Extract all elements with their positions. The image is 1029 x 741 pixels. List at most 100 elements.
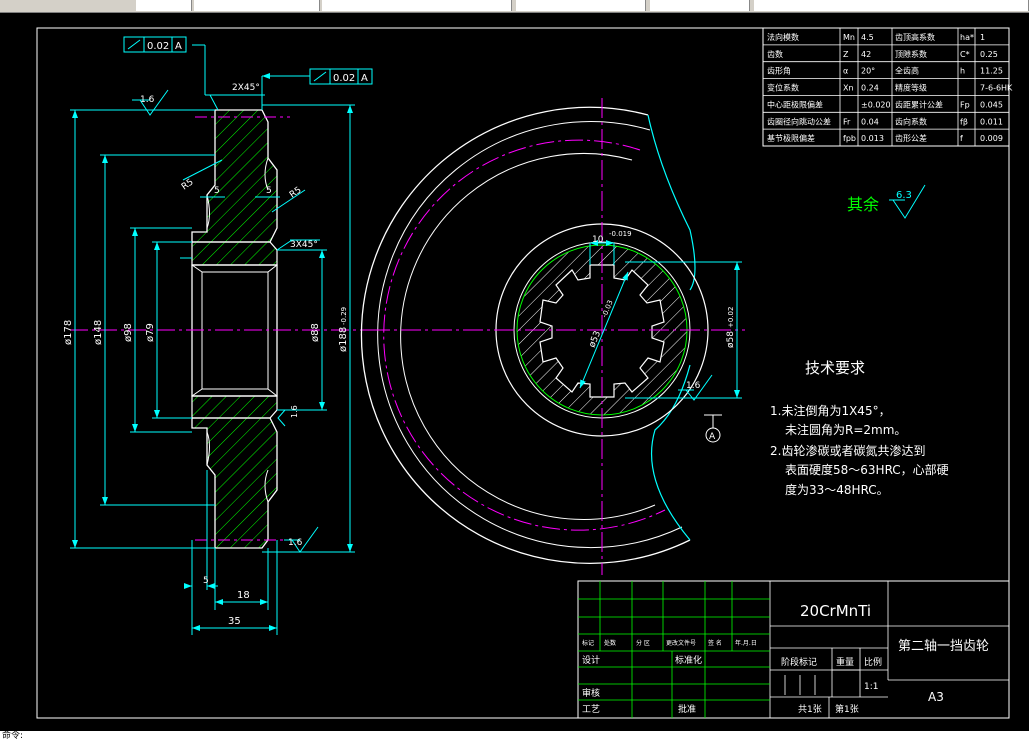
- chamfer-bore: 3X45°: [290, 240, 318, 250]
- tb-design: 设计: [582, 654, 600, 666]
- tol2-value: 0.02: [333, 73, 355, 84]
- spline-width-tol: -0.019: [609, 230, 632, 238]
- chamfer-top: 2X45°: [232, 83, 260, 93]
- param-val2-0: 1: [980, 33, 985, 42]
- param-sym2-6: f: [960, 134, 963, 143]
- param-name-2: 齿形角: [767, 66, 791, 76]
- width-18: 18: [237, 590, 250, 601]
- dia-58-tol: +0.02: [727, 307, 735, 328]
- gear-section-upper: [191, 109, 278, 243]
- rough-bottom: 1.6: [288, 538, 303, 548]
- param-name2-4: 齿距累计公差: [895, 99, 943, 109]
- param-sym-2: α: [843, 67, 848, 76]
- tb-row-count: 处数: [604, 639, 616, 647]
- param-sym2-5: fβ: [960, 117, 968, 126]
- rough-top: 1.6: [140, 95, 155, 105]
- param-sym-6: fpb: [843, 134, 856, 143]
- dia-188: ø188: [338, 327, 349, 352]
- gear-parameter-table: 法向模数 Mn 4.5 齿顶高系数 ha* 1 齿数 Z 42 顶隙系数 C* 0.25 齿形角 α 20°…: [762, 27, 1013, 147]
- front-view: [360, 98, 745, 575]
- title-block: 标记 处数 分 区 更改文件号 签 名 年.月.日 设计 标准化 审核 工艺 批…: [577, 580, 1010, 719]
- param-name2-2: 全齿高: [895, 66, 919, 76]
- tb-scale-label: 比例: [864, 656, 882, 668]
- tb-sheet-no: 第1张: [835, 703, 859, 715]
- w5-bottom: 5: [203, 576, 209, 586]
- tb-standard: 标准化: [675, 654, 702, 666]
- param-name-1: 齿数: [767, 49, 783, 59]
- r5-right: R5: [288, 185, 304, 200]
- gear-section-lower: [191, 417, 278, 549]
- dia-188-tol: -0.29: [340, 307, 348, 325]
- tb-scale: 1:1: [864, 682, 878, 692]
- rough-front: 1.6: [686, 381, 701, 391]
- tol1-datum: A: [175, 41, 182, 52]
- tb-sheet-size: A3: [928, 690, 944, 704]
- note-3: 2.齿轮渗碳或者碳氮共渗达到: [770, 443, 925, 458]
- technical-notes: 技术要求 1.未注倒角为1X45°， 未注圆角为R=2mm。 2.齿轮渗碳或者碳…: [770, 359, 949, 497]
- tol1-value: 0.02: [147, 41, 169, 52]
- spline-width: 10: [592, 235, 604, 245]
- tb-row-zone: 分 区: [636, 639, 650, 647]
- param-sym2-1: C*: [960, 50, 970, 59]
- tb-check: 审核: [582, 687, 600, 699]
- param-name2-5: 齿向系数: [895, 116, 927, 126]
- param-val-0: 4.5: [861, 33, 874, 42]
- tb-row-file: 更改文件号: [666, 639, 696, 647]
- remaining-label: 其余: [847, 195, 879, 214]
- tb-part-name: 第二轴一挡齿轮: [898, 639, 989, 654]
- param-sym-3: Xn: [843, 84, 854, 93]
- param-val2-2: 11.25: [980, 67, 1003, 76]
- param-sym2-4: Fp: [960, 100, 970, 109]
- w5-left: 5: [214, 186, 220, 196]
- tb-row-date: 年.月.日: [735, 639, 757, 647]
- param-sym-1: Z: [843, 50, 849, 59]
- tb-material: 20CrMnTi: [800, 602, 871, 620]
- param-name-0: 法向模数: [767, 32, 799, 42]
- param-name2-6: 齿形公差: [895, 133, 927, 143]
- drawing-canvas[interactable]: 0.02 A 0.02 A 2X45° 1.6 3X45° 1.6 R5 R5 …: [0, 0, 1029, 741]
- section-view: [70, 109, 370, 549]
- note-1: 1.未注倒角为1X45°，: [770, 403, 891, 418]
- param-val-2: 20°: [861, 67, 875, 76]
- section-label: A: [709, 432, 716, 442]
- command-line[interactable]: 命令:: [0, 731, 1029, 741]
- tol2-datum: A: [361, 73, 368, 84]
- dia-98: ø98: [123, 323, 134, 342]
- dia-88: ø88: [310, 323, 321, 342]
- param-name-6: 基节极限偏差: [767, 133, 815, 143]
- notes-title: 技术要求: [805, 359, 865, 377]
- param-name2-1: 顶隙系数: [895, 49, 927, 59]
- w5-right: 5: [266, 186, 272, 196]
- param-sym-5: Fr: [843, 117, 851, 126]
- tb-weight: 重量: [836, 656, 854, 668]
- param-sym-0: Mn: [843, 33, 855, 42]
- param-val-4: ±0.020: [861, 100, 891, 109]
- param-val-5: 0.04: [861, 117, 879, 126]
- param-val-6: 0.013: [861, 134, 884, 143]
- param-val-3: 0.24: [861, 84, 879, 93]
- param-name-5: 齿圈径向跳动公差: [767, 116, 831, 126]
- tb-process: 工艺: [582, 704, 600, 715]
- tb-sheets: 共1张: [798, 704, 822, 715]
- param-name-4: 中心距极限偏差: [767, 99, 823, 109]
- r5-left: R5: [180, 177, 196, 192]
- dia-79: ø79: [145, 323, 156, 342]
- tb-row-sign: 签 名: [708, 639, 722, 647]
- remaining-value: 6.3: [896, 190, 912, 201]
- param-val2-1: 0.25: [980, 50, 998, 59]
- tb-approve: 批准: [678, 703, 696, 715]
- dia-178: ø178: [63, 320, 74, 345]
- param-val2-5: 0.011: [980, 117, 1003, 126]
- note-2: 未注圆角为R=2mm。: [785, 422, 906, 437]
- param-sym2-0: ha*: [960, 33, 974, 42]
- rough-right: 1.6: [290, 405, 299, 418]
- dia-58: ø58: [726, 331, 736, 348]
- param-val2-6: 0.009: [980, 134, 1003, 143]
- param-val2-3: 7-6-6HK: [980, 84, 1013, 93]
- param-val2-4: 0.045: [980, 100, 1003, 109]
- param-sym2-2: h: [960, 67, 965, 76]
- note-4: 表面硬度58～63HRC，心部硬: [785, 462, 949, 477]
- tb-row-mark: 标记: [582, 639, 594, 647]
- width-35: 35: [228, 616, 241, 627]
- param-name-3: 变位系数: [767, 83, 799, 93]
